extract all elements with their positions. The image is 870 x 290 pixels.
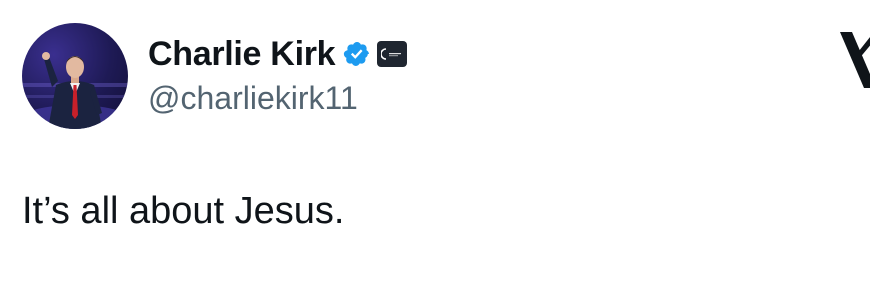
profile-avatar[interactable] [22,23,128,129]
avatar-photo-icon [22,52,128,129]
display-name[interactable]: Charlie Kirk [148,35,336,74]
author-identity: Charlie Kirk @charliekirk11 [148,30,408,117]
verified-badge-icon[interactable] [343,40,371,68]
user-handle[interactable]: @charliekirk11 [148,80,407,117]
tweet-text: It’s all about Jesus. [22,190,345,232]
organization-affiliate-icon[interactable] [377,41,408,67]
name-row: Charlie Kirk [148,30,408,78]
tweet-card: Charlie Kirk @charliekirk11 It’s all abo… [0,0,870,290]
x-logo-icon [838,30,870,90]
